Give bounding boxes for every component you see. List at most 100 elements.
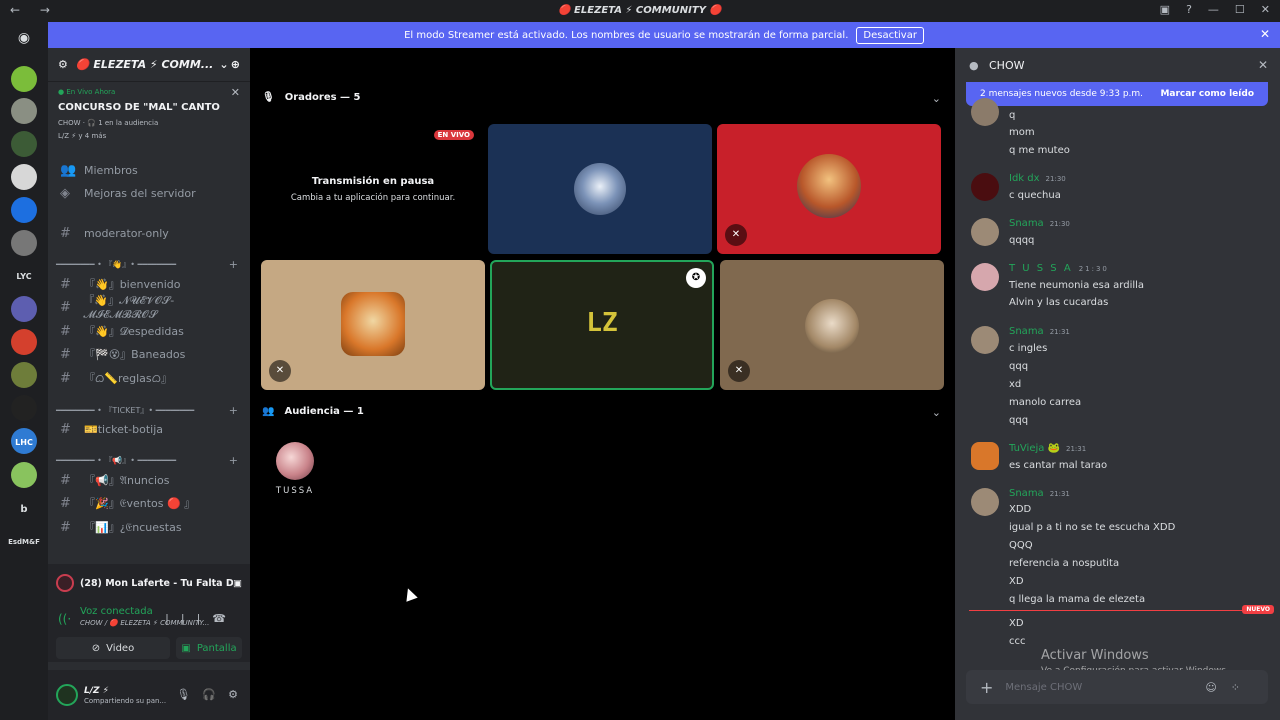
channel-nuevos-miembros[interactable]: # 『👋』𝓝𝓤𝓔𝓥𝓞𝓢-𝓜𝓘𝓔𝓜𝓑𝓡𝓞𝓢 <box>56 294 242 321</box>
youtube-icon <box>56 574 74 592</box>
message-author[interactable]: TuVieja 🐸 21:31 <box>1009 443 1086 454</box>
help-icon[interactable]: ? <box>1186 3 1192 16</box>
video-button[interactable]: ⊘ Video <box>56 637 170 659</box>
chevron-down-icon[interactable]: ⌄ <box>932 406 941 419</box>
emoji-icon[interactable]: ☺ <box>1205 681 1230 694</box>
plus-icon[interactable]: + <box>980 678 993 697</box>
speaker-tile[interactable]: ✕ <box>261 260 485 390</box>
message-input[interactable]: + Mensaje CHOW ☺⁘ <box>966 670 1268 704</box>
maximize-icon[interactable]: ☐ <box>1235 3 1245 16</box>
message: Alvin y las cucardas <box>1009 297 1109 308</box>
channel-encuestas[interactable]: # 『📊』¿𝔈ncuestas <box>56 517 242 537</box>
banner-close-icon[interactable]: ✕ <box>1260 27 1270 41</box>
server-lyc[interactable]: LYC <box>4 272 44 281</box>
user-panel: L/Z ⚡ Compartiendo su pan... 🎙 🎧 ⚙ <box>48 670 250 720</box>
server-icon[interactable] <box>11 329 37 355</box>
screen-icon[interactable]: ▣ <box>233 578 242 589</box>
avatar <box>971 488 999 516</box>
discord-home-icon[interactable]: ◉ <box>12 30 36 48</box>
sidebar-item-boosts[interactable]: ◈ Mejoras del servidor <box>56 183 242 203</box>
message-author[interactable]: Snama 21:31 <box>1009 326 1070 337</box>
media-activity[interactable]: (28) Mon Laferte - Tu Falta De Quer... ▣ <box>48 564 250 602</box>
server-icon[interactable] <box>11 66 37 92</box>
server-icon[interactable] <box>11 197 37 223</box>
hash-icon: # <box>60 346 71 362</box>
message: c quechua <box>1009 190 1061 201</box>
server-lhc[interactable]: LHC <box>4 438 44 447</box>
window-controls[interactable]: ▣ ? — ☐ ✕ <box>1160 3 1270 16</box>
avatar <box>971 98 999 126</box>
server-esdmf[interactable]: EsdM&F <box>4 538 44 546</box>
headphones-icon[interactable]: 🎧 <box>202 688 216 701</box>
message: Tiene neumonia esa ardilla <box>1009 280 1145 291</box>
channel-baneados[interactable]: # 『🏁😵』Baneados <box>56 344 242 364</box>
close-icon[interactable]: ✕ <box>231 86 240 99</box>
category-header[interactable]: ━━━━━━━━ • 『📢』• ━━━━━━━━ + <box>56 453 242 467</box>
minimize-icon[interactable]: — <box>1208 3 1219 16</box>
message: q me muteo <box>1009 145 1070 156</box>
category-header[interactable]: ━━━━━━━━ • 『👋』• ━━━━━━━━ + <box>56 257 242 271</box>
add-channel-icon[interactable]: + <box>229 454 238 467</box>
channel-reglas[interactable]: # 『ᜊ📏reglasᜊ』 <box>56 368 242 388</box>
audience-header[interactable]: 👥 Audiencia — 1 <box>262 406 364 417</box>
new-messages-bar[interactable]: 2 mensajes nuevos desde 9:33 p.m. Marcar… <box>966 82 1268 106</box>
settings-gear-icon[interactable]: ⚙ <box>228 688 238 701</box>
screen-share-button[interactable]: ▣ Pantalla <box>176 637 242 659</box>
channel-despedidas[interactable]: # 『👋』𝓓espedidas <box>56 321 242 341</box>
message-author[interactable]: T U S S A 21:30 <box>1009 263 1109 274</box>
microphone-icon[interactable]: 🎙 <box>176 688 190 701</box>
add-user-icon[interactable]: ⊕ <box>231 58 240 71</box>
avatar[interactable] <box>56 684 78 706</box>
server-icon[interactable] <box>11 296 37 322</box>
channel-eventos[interactable]: # 『🎉』𝔈ventos 🔴 』 <box>56 493 242 513</box>
disconnect-icon[interactable]: ☎ <box>212 612 238 625</box>
category-header[interactable]: ━━━━━━━━ • 『TICKET』• ━━━━━━━━ + <box>56 403 242 417</box>
hash-icon: # <box>60 299 71 315</box>
voice-controls[interactable]: |||☎ <box>165 612 238 625</box>
lz-label: LZ <box>586 308 618 338</box>
server-icon[interactable] <box>11 230 37 256</box>
moderator-badge-icon: ✪ <box>686 268 706 288</box>
speaker-tile[interactable]: ✕ <box>720 260 944 390</box>
channel-moderator-only[interactable]: # moderator-only <box>56 223 242 243</box>
live-stage-card[interactable]: ● En Vivo Ahora CONCURSO DE "MAL" CANTO … <box>48 84 250 154</box>
mark-read-button[interactable]: Marcar como leído <box>1160 89 1254 99</box>
avatar <box>574 163 626 215</box>
chevron-down-icon[interactable]: ⌄ <box>932 92 941 105</box>
server-icon[interactable] <box>11 395 37 421</box>
signal-icon[interactable]: ((· <box>58 612 71 626</box>
server-icon[interactable] <box>11 362 37 388</box>
channel-anuncios[interactable]: # 『📢』𝔄nuncios <box>56 470 242 490</box>
message-author[interactable]: Idk dx 21:30 <box>1009 173 1066 184</box>
stage-meta: CHOW · 🎧 1 en la audiencia <box>58 119 159 127</box>
close-icon[interactable]: ✕ <box>1258 58 1268 72</box>
avatar <box>971 263 999 291</box>
sidebar-item-members[interactable]: 👥 Miembros <box>56 160 242 180</box>
channel-ticket-botija[interactable]: # 🎫ticket-botija <box>56 419 242 439</box>
add-channel-icon[interactable]: + <box>229 404 238 417</box>
speaker-tile-active[interactable]: LZ ✪ <box>490 260 714 390</box>
hash-icon: # <box>60 276 71 292</box>
server-icon[interactable] <box>11 164 37 190</box>
channel-bienvenido[interactable]: # 『👋』bienvenido <box>56 274 242 294</box>
message-author[interactable]: Snama 21:30 <box>1009 218 1070 229</box>
inbox-icon[interactable]: ▣ <box>1160 3 1170 16</box>
guild-name: 🔴 ELEZETA ⚡ COMM... <box>75 58 214 71</box>
audience-member[interactable]: TUSSA <box>274 442 316 496</box>
server-b[interactable]: b <box>4 504 44 515</box>
soundboard-icon[interactable]: ||| <box>165 612 212 625</box>
speakers-header[interactable]: 🎙 Oradores — 5 <box>262 92 361 103</box>
message-author[interactable]: Snama 21:31 <box>1009 488 1070 499</box>
server-icon[interactable] <box>11 98 37 124</box>
close-icon[interactable]: ✕ <box>1261 3 1270 16</box>
guild-header[interactable]: ⚙ 🔴 ELEZETA ⚡ COMM... ⌄ ⊕ <box>48 48 250 82</box>
audience-member-name: TUSSA <box>275 486 315 496</box>
server-icon[interactable] <box>11 131 37 157</box>
add-channel-icon[interactable]: + <box>229 258 238 271</box>
paused-stream-tile[interactable]: EN VIVO Transmisión en pausa Cambia a tu… <box>262 124 484 254</box>
apps-icon[interactable]: ⁘ <box>1231 681 1254 694</box>
speaker-tile[interactable]: ✕ <box>717 124 941 254</box>
deactivate-button[interactable]: Desactivar <box>856 26 924 44</box>
speaker-tile[interactable] <box>488 124 712 254</box>
server-icon[interactable] <box>11 462 37 488</box>
